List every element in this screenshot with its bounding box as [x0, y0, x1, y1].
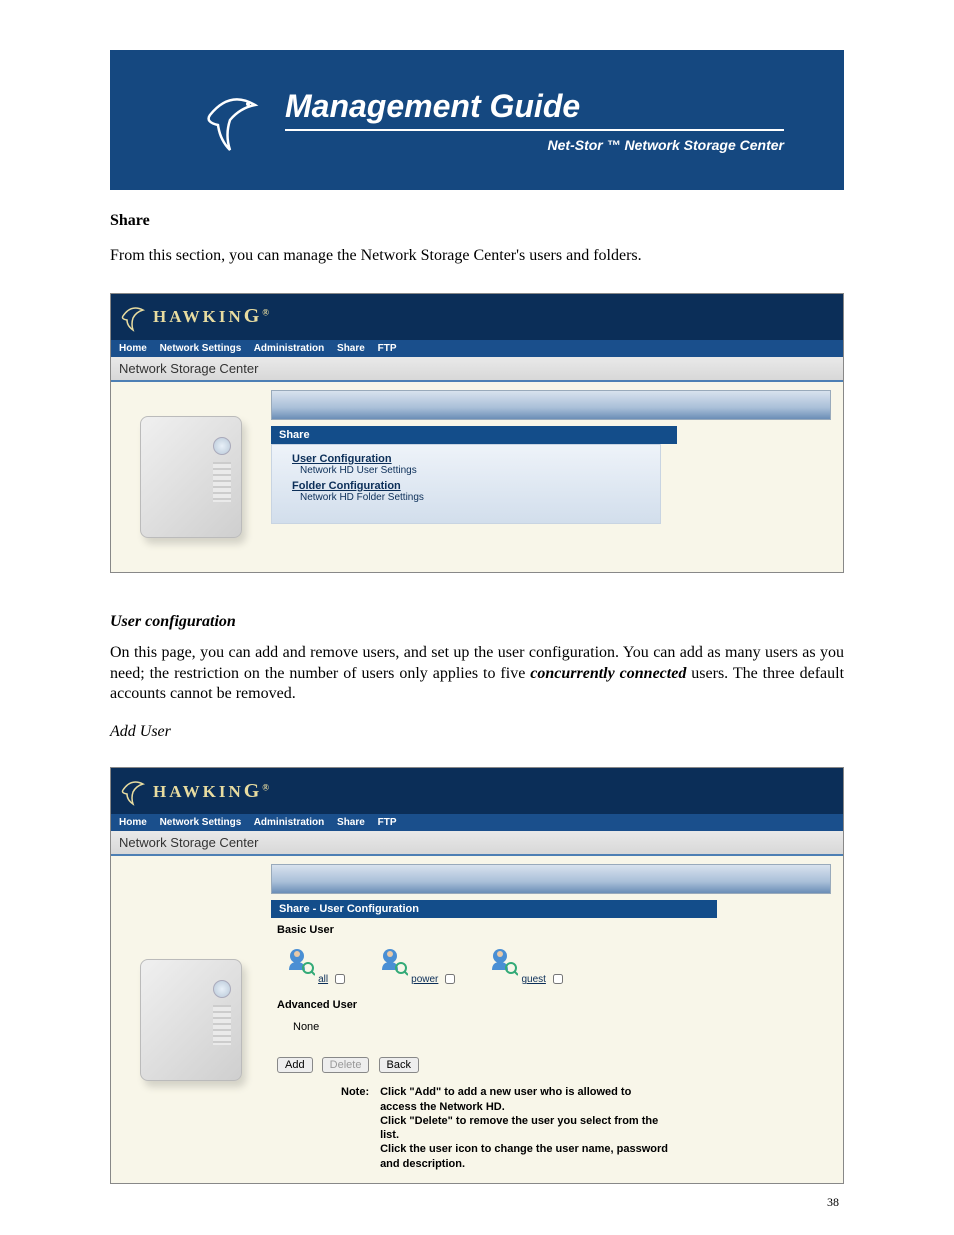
- banner-subtitle: Net-Stor ™ Network Storage Center: [285, 137, 784, 153]
- nav-administration[interactable]: Administration: [254, 343, 325, 354]
- advanced-user-none: None: [293, 1021, 831, 1033]
- user-icon[interactable]: [486, 946, 518, 978]
- nav-administration[interactable]: Administration: [254, 817, 325, 828]
- user-checkbox-all[interactable]: [335, 974, 345, 984]
- user-link-all[interactable]: all: [318, 974, 328, 985]
- app-nav-bar: Home Network Settings Administration Sha…: [111, 814, 843, 831]
- gradient-header-strip: [271, 864, 831, 894]
- advanced-user-label: Advanced User: [277, 999, 831, 1011]
- user-checkbox-guest[interactable]: [553, 974, 563, 984]
- user-link-power[interactable]: power: [411, 974, 438, 985]
- app-nav-bar: Home Network Settings Administration Sha…: [111, 340, 843, 357]
- basic-user-label: Basic User: [277, 924, 831, 936]
- section-heading-add-user: Add User: [110, 723, 844, 741]
- user-item-power: power: [376, 946, 458, 987]
- share-link-list: User Configuration Network HD User Setti…: [271, 444, 661, 524]
- nav-share[interactable]: Share: [337, 343, 365, 354]
- share-intro-text: From this section, you can manage the Ne…: [110, 246, 844, 267]
- section-heading-user-config: User configuration: [110, 613, 844, 631]
- storage-device-icon: [140, 416, 242, 538]
- app-header: HAWKING®: [111, 294, 843, 340]
- link-folder-configuration[interactable]: Folder Configuration: [292, 480, 640, 492]
- note-label: Note:: [341, 1085, 377, 1099]
- section-heading-share: Share: [110, 212, 844, 230]
- hawking-logo-text: HAWKING®: [153, 780, 272, 803]
- basic-users-row: all power: [283, 946, 831, 987]
- nav-ftp[interactable]: FTP: [378, 343, 397, 354]
- nav-home[interactable]: Home: [119, 817, 147, 828]
- desc-user-configuration: Network HD User Settings: [292, 465, 640, 476]
- nav-network-settings[interactable]: Network Settings: [160, 343, 242, 354]
- banner-title: Management Guide: [285, 88, 784, 131]
- hawking-logo-text: HAWKING®: [153, 305, 272, 328]
- screenshot-user-config: HAWKING® Home Network Settings Administr…: [110, 767, 844, 1184]
- user-icon[interactable]: [376, 946, 408, 978]
- link-user-configuration[interactable]: User Configuration: [292, 453, 640, 465]
- user-item-guest: guest: [486, 946, 566, 987]
- banner-header: Management Guide Net-Stor ™ Network Stor…: [110, 50, 844, 190]
- gradient-header-strip: [271, 390, 831, 420]
- panel-title-share: Share: [271, 426, 677, 444]
- user-checkbox-power[interactable]: [445, 974, 455, 984]
- add-button[interactable]: Add: [277, 1057, 313, 1073]
- app-page-title: Network Storage Center: [111, 357, 843, 382]
- device-image-sidebar: [111, 382, 271, 572]
- screenshot-share-menu: HAWKING® Home Network Settings Administr…: [110, 293, 844, 573]
- desc-folder-configuration: Network HD Folder Settings: [292, 492, 640, 503]
- nav-share[interactable]: Share: [337, 817, 365, 828]
- hawking-bird-logo: [200, 80, 270, 160]
- button-row: Add Delete Back: [277, 1057, 831, 1073]
- nav-home[interactable]: Home: [119, 343, 147, 354]
- storage-device-icon: [140, 959, 242, 1081]
- user-icon[interactable]: [283, 946, 315, 978]
- nav-ftp[interactable]: FTP: [378, 817, 397, 828]
- note-text: Click "Add" to add a new user who is all…: [380, 1085, 670, 1171]
- nav-network-settings[interactable]: Network Settings: [160, 817, 242, 828]
- device-image-sidebar: [111, 856, 271, 1183]
- user-link-guest[interactable]: guest: [521, 974, 545, 985]
- user-config-paragraph: On this page, you can add and remove use…: [110, 643, 844, 705]
- panel-title-user-config: Share - User Configuration: [271, 900, 717, 918]
- user-item-all: all: [283, 946, 348, 987]
- delete-button[interactable]: Delete: [322, 1057, 370, 1073]
- app-page-title: Network Storage Center: [111, 831, 843, 856]
- note-block: Note: Click "Add" to add a new user who …: [341, 1085, 681, 1171]
- back-button[interactable]: Back: [379, 1057, 419, 1073]
- page-number: 38: [827, 1195, 839, 1210]
- app-header: HAWKING®: [111, 768, 843, 814]
